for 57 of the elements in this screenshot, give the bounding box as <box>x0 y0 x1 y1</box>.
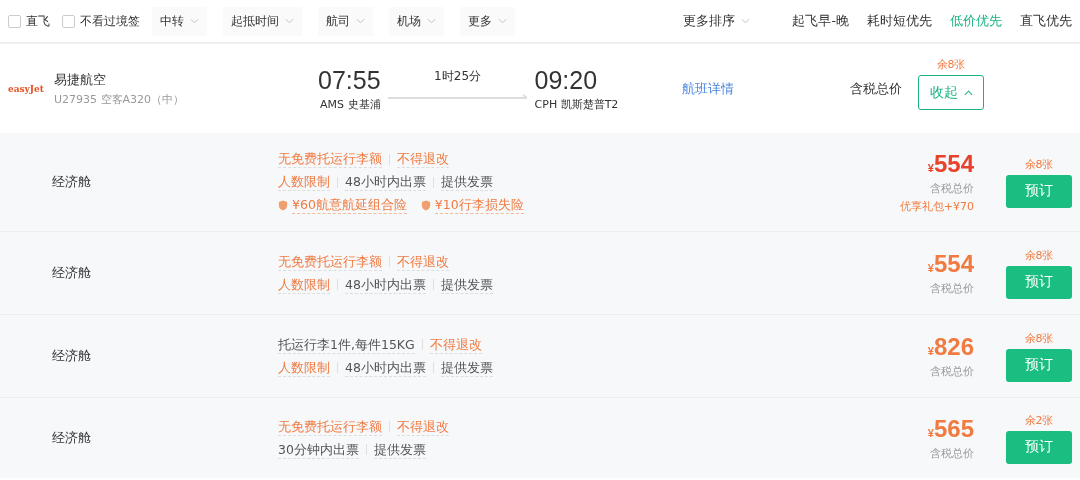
price-note: 含税总价 <box>930 445 974 461</box>
filter-dropdown[interactable]: 航司 <box>318 6 373 36</box>
chevron-up-icon <box>963 89 973 96</box>
fare-price: ¥826 <box>927 333 974 362</box>
chevron-down-icon <box>356 18 365 24</box>
price-note: 含税总价 <box>930 180 974 196</box>
filter-checkbox[interactable]: 直飞 <box>8 12 50 30</box>
filter-dropdown[interactable]: 起抵时间 <box>223 6 302 36</box>
fare-price: ¥565 <box>927 415 974 444</box>
fare-rule-tag[interactable]: 48小时内出票 <box>345 358 426 377</box>
fare-price: ¥554 <box>927 250 974 279</box>
fare-rule-tag[interactable]: 提供发票 <box>440 358 493 377</box>
cabin-class: 经济舱 <box>52 347 92 365</box>
fare-rule-tag[interactable]: 提供发票 <box>440 173 493 191</box>
seats-remaining: 余8张 <box>1024 247 1054 263</box>
bonus-package: 优享礼包+¥70 <box>899 198 974 214</box>
depart-airport: AMS 史基浦 <box>320 96 381 112</box>
seats-remaining: 余2张 <box>1024 412 1054 428</box>
fare-rule-tag[interactable]: 提供发票 <box>440 275 493 294</box>
chevron-down-icon <box>285 18 294 24</box>
fare-rule-tag[interactable]: 30分钟内出票 <box>278 440 359 459</box>
sort-option[interactable]: 直飞优先 <box>1020 12 1072 30</box>
chevron-down-icon <box>190 18 199 24</box>
depart-time: 07:55 <box>318 65 381 95</box>
seats-remaining: 余8张 <box>936 57 966 72</box>
filter-dropdown[interactable]: 机场 <box>389 6 444 36</box>
price-note: 含税总价 <box>930 280 974 296</box>
flight-details-link[interactable]: 航班详情 <box>682 79 822 98</box>
filter-checkbox[interactable]: 不看过境签 <box>62 12 140 30</box>
flight-info: U27935 空客A320（中） <box>54 91 185 107</box>
price-label: 含税总价 <box>850 79 902 98</box>
cabin-class: 经济舱 <box>52 429 92 447</box>
chevron-down-icon <box>498 18 507 24</box>
airline-name: 易捷航空 <box>54 70 107 89</box>
sort-option[interactable]: 耗时短优先 <box>867 12 932 30</box>
arrive-airport: CPH 凯斯楚普T2 <box>534 96 619 112</box>
seats-remaining: 余8张 <box>1024 330 1054 346</box>
chevron-down-icon <box>427 18 436 24</box>
chevron-down-icon <box>741 18 751 24</box>
price-note: 含税总价 <box>930 363 974 379</box>
arrive-time: 09:20 <box>534 65 598 95</box>
cabin-class: 经济舱 <box>52 264 92 282</box>
sort-option[interactable]: 起飞早-晚 <box>792 12 849 30</box>
filter-dropdown[interactable]: 中转 <box>152 6 207 36</box>
fare-rule-tag[interactable]: 48小时内出票 <box>345 275 426 294</box>
cabin-class: 经济舱 <box>52 173 92 191</box>
shield-icon <box>278 199 288 211</box>
fare-rule-tag[interactable]: 托运行李1件,每件15KG <box>278 335 415 354</box>
seats-remaining: 余8张 <box>1024 156 1054 172</box>
airline-logo: easyJet <box>8 83 44 94</box>
sort-dropdown[interactable]: 更多排序 <box>677 11 757 31</box>
shield-icon <box>420 199 431 211</box>
fare-rule-tag[interactable]: 48小时内出票 <box>345 173 426 191</box>
flight-duration: 1时25分 <box>434 67 481 85</box>
fare-rule-tag[interactable]: 提供发票 <box>373 440 426 459</box>
filter-dropdown[interactable]: 更多 <box>460 6 515 36</box>
fare-price: ¥554 <box>927 150 974 179</box>
